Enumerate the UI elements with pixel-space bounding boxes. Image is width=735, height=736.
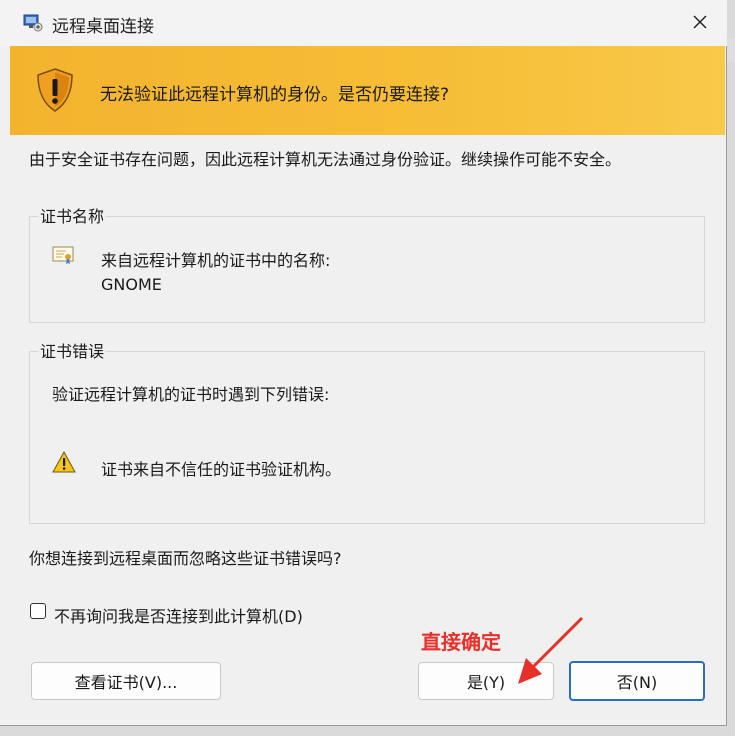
view-certificate-button[interactable]: 查看证书(V)...: [31, 662, 221, 700]
annotation-label: 直接确定: [421, 630, 501, 654]
shield-warning-icon: [37, 68, 73, 112]
cert-name-intro: 来自远程计算机的证书中的名称:: [101, 251, 331, 270]
question-text: 你想连接到远程桌面而忽略这些证书错误吗?: [29, 549, 342, 568]
window-title: 远程桌面连接: [52, 17, 154, 37]
cert-name-group-label: 证书名称: [38, 203, 107, 227]
cert-errors-group-label: 证书错误: [38, 338, 107, 362]
dont-ask-label[interactable]: 不再询问我是否连接到此计算机(D): [54, 603, 303, 627]
remote-desktop-icon: [23, 14, 43, 32]
dont-ask-checkbox[interactable]: [30, 603, 46, 619]
certificate-icon: [52, 246, 74, 264]
warning-icon: [52, 451, 76, 473]
title-bar: 远程桌面连接: [0, 0, 727, 46]
close-button[interactable]: [682, 6, 718, 38]
cert-name-value: GNOME: [101, 275, 162, 294]
banner-message: 无法验证此远程计算机的身份。是否仍要连接?: [100, 85, 450, 105]
cert-errors-intro: 验证远程计算机的证书时遇到下列错误:: [52, 385, 330, 404]
warning-banner: 无法验证此远程计算机的身份。是否仍要连接?: [10, 46, 725, 135]
cert-errors-group: 证书错误 验证远程计算机的证书时遇到下列错误: 证书来自不信任的证书验证机构。: [29, 338, 705, 524]
dialog-window: 远程桌面连接 无法验证此远程计算机的身份。是否仍要连接? 由于安全证书存在问题，…: [0, 0, 727, 726]
close-icon: [693, 15, 707, 29]
annotation-arrow-icon: [518, 616, 584, 684]
cert-name-group: 证书名称 来自远程计算机的证书中的名称: GNOME: [29, 203, 705, 323]
description-text: 由于安全证书存在问题，因此远程计算机无法通过身份验证。继续操作可能不安全。: [29, 150, 622, 169]
cert-error-item: 证书来自不信任的证书验证机构。: [101, 460, 342, 479]
